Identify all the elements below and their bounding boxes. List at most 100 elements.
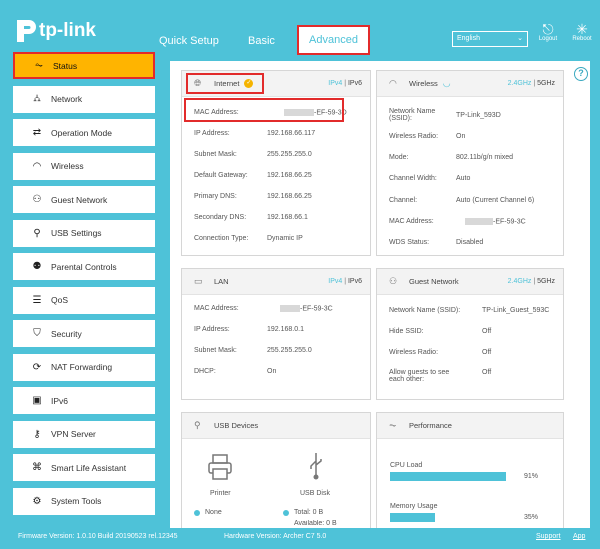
band-5-link[interactable]: 5GHz bbox=[537, 80, 555, 87]
band-5-link[interactable]: 5GHz bbox=[537, 278, 555, 285]
sidebar: ⏦ Status ⛼ Network ⇄ Operation Mode ◠ Wirele… bbox=[13, 52, 155, 521]
printer-status: None bbox=[194, 509, 222, 516]
ssid-label: Network Name (SSID): bbox=[389, 108, 436, 122]
sidebar-item-label: QoS bbox=[51, 295, 69, 305]
hide-ssid-value: Off bbox=[482, 328, 492, 335]
performance-card: ⏦ Performance CPU Load 91% Memory Usage … bbox=[376, 412, 564, 528]
parental-icon: ⚉ bbox=[32, 261, 42, 272]
sidebar-item-security[interactable]: ⛉ Security bbox=[13, 320, 155, 347]
sidebar-item-label: Wireless bbox=[51, 161, 84, 171]
band-toggle: 2.4GHz | 5GHz bbox=[507, 278, 555, 285]
vpn-icon: ⚷ bbox=[33, 428, 41, 440]
reboot-icon: ✳ bbox=[576, 21, 588, 37]
cpu-load-bar bbox=[390, 472, 506, 481]
band-24-link[interactable]: 2.4GHz bbox=[508, 80, 532, 87]
ipv6-link[interactable]: IPv6 bbox=[348, 278, 362, 285]
printer-icon bbox=[208, 454, 232, 480]
ip-version-toggle: IPv4 | IPv6 bbox=[328, 278, 362, 285]
performance-card-header: ⏦ Performance bbox=[377, 413, 563, 439]
usb-icon: ⚲ bbox=[194, 420, 201, 430]
sidebar-item-status[interactable]: ⏦ Status bbox=[13, 52, 155, 79]
radio-label: Wireless Radio: bbox=[389, 349, 439, 356]
guest-icon: ⚇ bbox=[32, 194, 42, 205]
sidebar-item-network[interactable]: ⛼ Network bbox=[13, 85, 155, 113]
network-icon: ⛼ bbox=[33, 92, 41, 104]
ssid-label: Network Name (SSID): bbox=[389, 307, 461, 314]
lan-card: ▭ LAN IPv4 | IPv6 MAC Address: -EF-59-3C … bbox=[181, 268, 371, 400]
sidebar-item-label: Operation Mode bbox=[51, 127, 112, 138]
mac-redaction bbox=[280, 305, 300, 312]
ipv6-link[interactable]: IPv6 bbox=[348, 80, 362, 87]
tab-quick-setup[interactable]: Quick Setup bbox=[159, 35, 219, 47]
annotation-internet-title bbox=[186, 73, 264, 94]
sidebar-item-wireless[interactable]: ◠ Wireless bbox=[13, 152, 155, 180]
band-toggle: 2.4GHz | 5GHz bbox=[507, 80, 555, 87]
tab-advanced-label: Advanced bbox=[309, 34, 358, 46]
sidebar-item-label: System Tools bbox=[51, 496, 102, 506]
gateway-value: 192.168.66.25 bbox=[267, 172, 312, 179]
usb-disk-available: Available: 0 B bbox=[294, 520, 337, 527]
sidebar-item-system-tools[interactable]: ⚙ System Tools bbox=[13, 487, 155, 515]
ssid-value: TP-Link_593D bbox=[456, 112, 501, 119]
logout-button[interactable]: ⎋ Logout bbox=[536, 22, 560, 42]
logout-icon: ⎋ bbox=[542, 21, 554, 37]
app-link[interactable]: App bbox=[573, 533, 585, 540]
band-24-link[interactable]: 2.4GHz bbox=[508, 278, 532, 285]
lan-card-header: ▭ LAN IPv4 | IPv6 bbox=[182, 269, 370, 295]
sidebar-item-smart-life-assistant[interactable]: ⌘ Smart Life Assistant bbox=[13, 454, 155, 481]
sidebar-item-label: NAT Forwarding bbox=[51, 362, 113, 372]
sidebar-item-ipv6[interactable]: ▣ IPv6 bbox=[13, 387, 155, 414]
tab-basic[interactable]: Basic bbox=[248, 35, 275, 47]
memory-usage-value: 35% bbox=[524, 514, 539, 521]
dhcp-value: On bbox=[267, 368, 277, 375]
wifi-icon: ◠ bbox=[389, 78, 397, 88]
radio-value: Off bbox=[482, 349, 492, 356]
mode-value: 802.11b/g/n mixed bbox=[456, 154, 514, 161]
cpu-load-value: 91% bbox=[524, 473, 539, 480]
firmware-version: Firmware Version: 1.0.10 Build 20190523 … bbox=[18, 533, 178, 540]
sidebar-item-parental-controls[interactable]: ⚉ Parental Controls bbox=[13, 253, 155, 280]
language-select[interactable]: English ⌄ bbox=[452, 31, 528, 47]
lan-icon: ▭ bbox=[194, 276, 203, 286]
mac-value-text: -EF-59-3C bbox=[493, 218, 526, 226]
lan-title: LAN bbox=[214, 277, 229, 286]
status-dot-icon bbox=[194, 509, 200, 516]
channel-value: Auto (Current Channel 6) bbox=[456, 197, 535, 204]
sidebar-item-vpn-server[interactable]: ⚷ VPN Server bbox=[13, 420, 155, 448]
wifi-signal-icon: ◡ bbox=[442, 78, 451, 88]
sidebar-item-guest-network[interactable]: ⚇ Guest Network bbox=[13, 186, 155, 213]
reboot-button[interactable]: ✳ Reboot bbox=[570, 22, 594, 42]
footer: Firmware Version: 1.0.10 Build 20190523 … bbox=[0, 528, 600, 549]
brand-text: tp-link bbox=[39, 20, 96, 41]
sidebar-item-label: Parental Controls bbox=[51, 261, 117, 272]
sidebar-item-nat-forwarding[interactable]: ⟳ NAT Forwarding bbox=[13, 353, 155, 381]
status-dot-icon bbox=[283, 509, 289, 516]
sidebar-item-label: Smart Life Assistant bbox=[51, 462, 127, 473]
ssid-value: TP-Link_Guest_593C bbox=[482, 307, 550, 314]
usb-disk-label: USB Disk bbox=[300, 490, 330, 497]
sidebar-item-label: Status bbox=[53, 60, 78, 71]
ipv4-link[interactable]: IPv4 bbox=[328, 278, 342, 285]
width-value: Auto bbox=[456, 175, 471, 182]
sidebar-item-qos[interactable]: ☰ QoS bbox=[13, 286, 155, 314]
pdns-value: 192.168.66.25 bbox=[267, 193, 312, 200]
usb-disk-total: Total: 0 B bbox=[283, 509, 323, 516]
tp-link-logo-icon bbox=[17, 20, 36, 42]
language-value: English bbox=[457, 35, 480, 42]
shield-icon: ⛉ bbox=[33, 328, 41, 339]
ip-value: 192.168.0.1 bbox=[267, 326, 304, 333]
help-icon[interactable]: ? bbox=[574, 67, 588, 81]
ipv4-link[interactable]: IPv4 bbox=[328, 80, 342, 87]
sidebar-item-operation-mode[interactable]: ⇄ Operation Mode bbox=[13, 119, 155, 146]
subnet-value: 255.255.255.0 bbox=[267, 151, 312, 158]
logout-label: Logout bbox=[538, 36, 558, 42]
usb-devices-card: ⚲ USB Devices Printer None USB Disk Tota… bbox=[181, 412, 371, 528]
tab-advanced[interactable]: Advanced bbox=[297, 25, 370, 55]
hide-ssid-label: Hide SSID: bbox=[389, 328, 424, 335]
qos-icon: ☰ bbox=[32, 294, 42, 306]
guest-network-card: ⚇ Guest Network 2.4GHz | 5GHz Network Na… bbox=[376, 268, 564, 400]
allow-guests-value: Off bbox=[482, 369, 492, 376]
sidebar-item-label: Guest Network bbox=[51, 194, 108, 205]
sidebar-item-usb-settings[interactable]: ⚲ USB Settings bbox=[13, 219, 155, 247]
support-link[interactable]: Support bbox=[536, 533, 561, 540]
